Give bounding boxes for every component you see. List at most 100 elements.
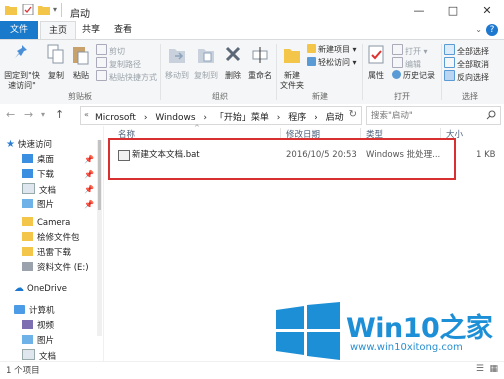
crumb-microsoft[interactable]: Microsoft <box>95 113 136 123</box>
nav-this-pc[interactable]: 计算机 <box>14 304 55 318</box>
back-arrow-icon[interactable]: ← <box>6 108 15 121</box>
select-all-button[interactable]: 全部选择 <box>444 44 489 56</box>
properties-quick-icon[interactable] <box>22 4 34 15</box>
properties-icon <box>368 45 384 64</box>
copy-button[interactable]: 复制 <box>44 44 68 81</box>
address-dropdown-icon[interactable]: ⌄ <box>336 110 343 119</box>
cut-button[interactable]: 剪切 <box>96 44 125 56</box>
status-bar: 1 个项目 ☰ ▦ <box>0 361 504 379</box>
copy-icon <box>47 44 64 64</box>
search-box[interactable] <box>366 106 501 125</box>
large-icons-view-icon[interactable]: ▦ <box>489 364 498 374</box>
recent-locations-icon[interactable]: ▾ <box>41 110 45 119</box>
title-divider <box>61 3 62 17</box>
nav-onedrive[interactable]: ☁ OneDrive <box>14 282 67 296</box>
easy-access-button[interactable]: 轻松访问 ▾ <box>307 57 357 68</box>
address-overflow-icon[interactable]: « <box>84 110 89 119</box>
new-folder-quick-icon[interactable] <box>38 4 50 15</box>
breadcrumb: Microsoft › Windows › 「开始」菜单 › 程序 › 启动 <box>95 110 349 123</box>
nav-item-label: Camera <box>37 218 71 228</box>
nav-item-desktop[interactable]: 桌面 <box>22 153 54 167</box>
ribbon-expand-icon[interactable]: ⌄ <box>475 25 482 34</box>
crumb-windows[interactable]: Windows <box>155 113 195 123</box>
search-icon[interactable] <box>486 110 496 120</box>
select-none-button[interactable]: 全部取消 <box>444 57 489 69</box>
help-icon[interactable]: ? <box>486 24 498 36</box>
nav-item-thunder-downloads[interactable]: 迅雷下载 <box>22 246 71 260</box>
crumb-separator-icon[interactable]: › <box>144 113 148 123</box>
invert-selection-icon <box>444 70 455 81</box>
pin-icon: 📌 <box>84 170 94 179</box>
pin-quick-access-button[interactable]: 固定到"快速访问" <box>4 44 40 91</box>
crumb-separator-icon[interactable]: › <box>314 113 318 123</box>
minimize-button[interactable]: — <box>402 0 436 21</box>
crumb-programs[interactable]: 程序 <box>288 113 306 123</box>
nav-item-label: 桌面 <box>37 155 55 165</box>
move-to-button[interactable]: 移动到 <box>163 44 191 81</box>
nav-item-videos[interactable]: 视频 <box>22 319 54 333</box>
properties-button[interactable]: 属性 <box>364 44 388 81</box>
nav-item-drive-e[interactable]: 资料文件 (E:) <box>22 261 89 275</box>
window-title: 启动 <box>70 9 90 20</box>
tab-share[interactable]: 共享 <box>76 21 106 39</box>
copy-path-button[interactable]: 复制路径 <box>96 57 141 69</box>
tab-file[interactable]: 文件 <box>0 21 38 39</box>
invert-selection-button[interactable]: 反向选择 <box>444 70 489 82</box>
search-input[interactable] <box>369 108 488 124</box>
copy-label: 复制 <box>48 71 64 80</box>
scissors-icon <box>96 44 107 55</box>
tab-home[interactable]: 主页 <box>40 21 76 39</box>
nav-item-documents[interactable]: 文档 <box>22 183 56 197</box>
crumb-separator-icon[interactable]: › <box>203 113 207 123</box>
details-view-icon[interactable]: ☰ <box>476 364 484 374</box>
rename-icon <box>252 47 268 63</box>
refresh-icon[interactable]: ↻ <box>349 109 357 120</box>
ribbon: 固定到"快速访问" 复制 粘贴 剪切 复制路径 粘贴快捷方式 剪贴板 移动到 复… <box>0 39 504 105</box>
paste-label: 粘贴 <box>73 71 89 80</box>
nav-item-pictures[interactable]: 图片 <box>22 198 54 212</box>
maximize-button[interactable]: □ <box>436 0 470 21</box>
delete-button[interactable]: 删除 <box>222 44 244 81</box>
crumb-start-menu[interactable]: 「开始」菜单 <box>215 113 269 123</box>
paste-shortcut-button[interactable]: 粘贴快捷方式 <box>96 70 157 82</box>
navigation-pane: ★ 快速访问 桌面 📌 下载 📌 文档 📌 图片 📌 Camera 桧修文件包 迅… <box>0 126 104 362</box>
pin-icon: 📌 <box>84 155 94 164</box>
item-count: 1 个项目 <box>6 366 40 376</box>
crumb-separator-icon[interactable]: › <box>277 113 281 123</box>
paste-button[interactable]: 粘贴 <box>70 44 92 81</box>
address-bar[interactable]: « Microsoft › Windows › 「开始」菜单 › 程序 › 启动… <box>80 106 362 125</box>
forward-arrow-icon[interactable]: → <box>24 108 33 121</box>
sort-arrow-icon: ^ <box>194 124 200 132</box>
new-folder-button[interactable]: 新建 文件夹 <box>279 44 305 91</box>
highlight-box <box>108 138 456 180</box>
nav-item-camera[interactable]: Camera <box>22 216 70 230</box>
rename-button[interactable]: 重命名 <box>246 44 274 81</box>
group-divider <box>362 44 363 100</box>
nav-quick-access[interactable]: ★ 快速访问 <box>6 138 52 152</box>
nav-item-downloads[interactable]: 下载 <box>22 168 54 182</box>
pin-quick-access-label: 固定到"快速访问" <box>4 71 40 90</box>
new-item-button[interactable]: 新建项目 ▾ <box>307 44 357 55</box>
cloud-icon: ☁ <box>14 283 24 294</box>
up-arrow-icon[interactable]: ↑ <box>55 108 64 121</box>
quick-access-dropdown[interactable]: ▾ <box>53 5 57 14</box>
star-icon: ★ <box>6 139 15 150</box>
delete-label: 删除 <box>225 71 241 80</box>
history-button[interactable]: 历史记录 <box>392 70 435 81</box>
address-row: ← → ▾ ↑ « Microsoft › Windows › 「开始」菜单 ›… <box>0 104 504 126</box>
history-icon <box>392 70 401 79</box>
windows-logo-icon <box>276 302 340 360</box>
edit-button[interactable]: 编辑 <box>392 57 421 69</box>
pin-icon: 📌 <box>84 200 94 209</box>
nav-scrollbar-thumb[interactable] <box>98 140 101 210</box>
close-button[interactable]: ✕ <box>470 0 504 21</box>
copy-to-button[interactable]: 复制到 <box>192 44 220 81</box>
nav-item-folder-pack[interactable]: 桧修文件包 <box>22 231 80 245</box>
pictures-icon <box>22 199 33 208</box>
nav-item-label: 图片 <box>37 336 55 346</box>
open-button[interactable]: 打开 ▾ <box>392 44 428 56</box>
nav-item-pc-pictures[interactable]: 图片 <box>22 334 54 348</box>
watermark-url: www.win10xitong.com <box>350 342 463 353</box>
computer-icon <box>14 305 25 314</box>
tab-view[interactable]: 查看 <box>108 21 138 39</box>
